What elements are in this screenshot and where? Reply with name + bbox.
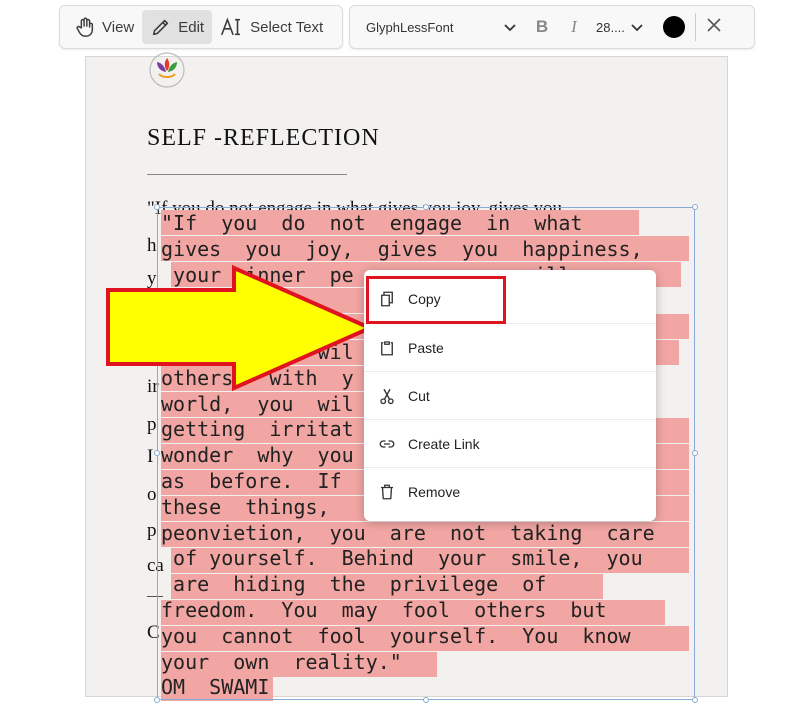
- font-name: GlyphLessFont: [366, 19, 454, 35]
- select-text-button[interactable]: Select Text: [212, 10, 331, 44]
- select-text-label: Select Text: [250, 18, 324, 36]
- clipboard-icon: [381, 340, 393, 355]
- edit-label: Edit: [178, 18, 205, 36]
- menu-item-cut[interactable]: Cut: [364, 371, 656, 419]
- format-group: GlyphLessFont B I 28....: [349, 5, 755, 49]
- document-title: SELF -REFLECTION: [147, 125, 380, 151]
- font-size-value: 28....: [596, 19, 625, 35]
- chevron-down-icon: [504, 20, 516, 35]
- edit-mode-button[interactable]: Edit: [142, 10, 213, 44]
- resize-handle[interactable]: [692, 204, 698, 210]
- resize-handle[interactable]: [692, 697, 698, 703]
- menu-item-paste[interactable]: Paste: [364, 323, 656, 371]
- remove-label: Remove: [408, 483, 461, 500]
- screen: View Edit Select Text GlyphLessFont B I …: [0, 0, 800, 719]
- resize-handle[interactable]: [423, 204, 429, 210]
- pencil-icon: [150, 16, 172, 38]
- close-icon: [707, 17, 721, 37]
- copy-callout-box: [366, 276, 506, 324]
- original-text-line: h: [147, 235, 157, 256]
- text-color-swatch[interactable]: [662, 16, 685, 38]
- close-button[interactable]: [696, 10, 732, 44]
- cut-label: Cut: [408, 387, 430, 404]
- bold-button[interactable]: B: [526, 10, 558, 44]
- mode-group: View Edit Select Text: [59, 5, 343, 49]
- resize-handle[interactable]: [692, 450, 698, 456]
- editor-toolbar: View Edit Select Text GlyphLessFont B I …: [59, 5, 755, 49]
- paste-label: Paste: [408, 339, 444, 356]
- resize-handle[interactable]: [154, 697, 160, 703]
- original-text-line: p: [147, 414, 157, 435]
- bold-label: B: [535, 17, 549, 36]
- scissors-icon: [380, 388, 394, 404]
- lotus-logo-icon: [147, 52, 187, 93]
- link-icon: [379, 439, 395, 448]
- resize-handle[interactable]: [154, 450, 160, 456]
- menu-item-create-link[interactable]: Create Link: [364, 419, 656, 467]
- original-text-line: p: [147, 520, 157, 541]
- font-size-select[interactable]: 28....: [590, 10, 649, 44]
- title-divider: [147, 174, 347, 175]
- original-text-line: I: [147, 446, 154, 467]
- text-cursor-icon: [220, 16, 244, 38]
- font-family-select[interactable]: GlyphLessFont: [356, 10, 526, 44]
- resize-handle[interactable]: [154, 204, 160, 210]
- menu-item-remove[interactable]: Remove: [364, 467, 656, 515]
- original-text-line: o: [147, 484, 157, 505]
- italic-label: I: [571, 17, 577, 36]
- create-link-label: Create Link: [408, 435, 480, 452]
- hand-icon: [74, 16, 96, 38]
- chevron-down-icon: [631, 20, 643, 35]
- resize-handle[interactable]: [423, 697, 429, 703]
- view-mode-button[interactable]: View: [66, 10, 142, 44]
- arrow-annotation-icon: [106, 264, 375, 392]
- trash-icon: [381, 484, 393, 499]
- italic-button[interactable]: I: [558, 10, 590, 44]
- view-label: View: [102, 18, 135, 36]
